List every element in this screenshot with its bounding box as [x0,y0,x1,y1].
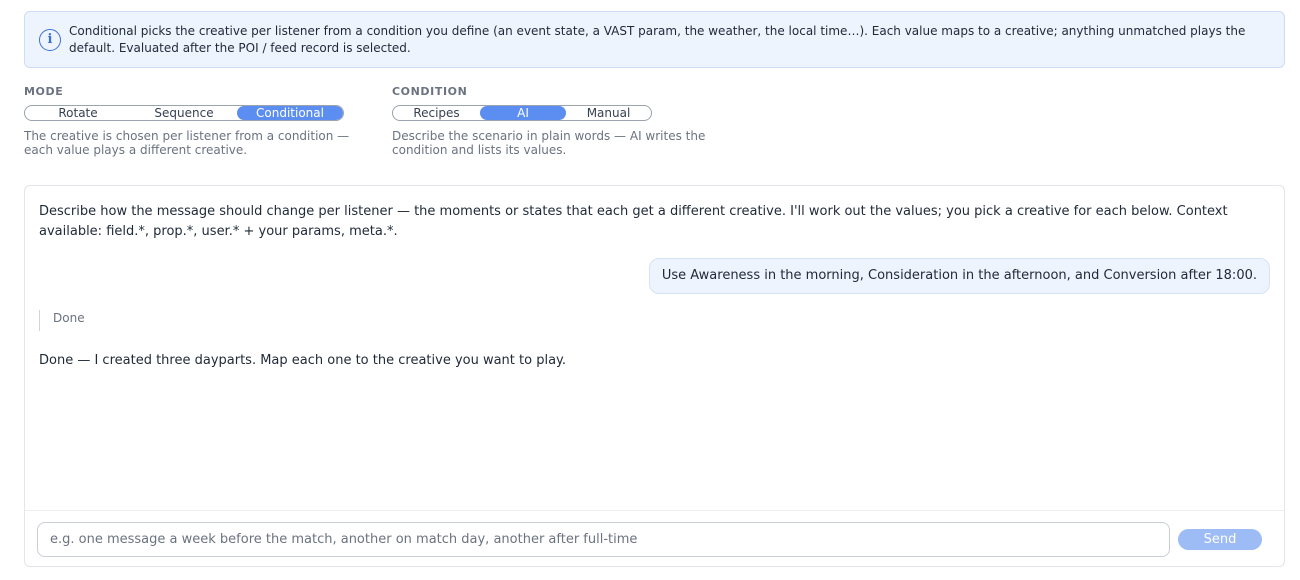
info-banner: i Conditional picks the creative per lis… [24,11,1285,68]
condition-option-ai[interactable]: AI [480,106,566,120]
ai-chat-panel: Describe how the message should change p… [24,185,1285,567]
mode-option-rotate[interactable]: Rotate [25,106,131,120]
condition-option-manual[interactable]: Manual [566,106,651,120]
info-text: Conditional picks the creative per liste… [69,24,1246,55]
assistant-intro-message: Describe how the message should change p… [39,204,1228,239]
mode-description: The creative is chosen per listener from… [24,129,350,157]
assistant-reply-message: Done — I created three dayparts. Map eac… [39,353,567,368]
condition-description: Describe the scenario in plain words — A… [392,129,706,157]
user-message-bubble: Use Awareness in the morning, Considerat… [648,258,1270,294]
send-button[interactable]: Send [1178,529,1262,550]
chat-composer: Send [25,510,1284,566]
assistant-status: Done [39,310,85,331]
condition-label: CONDITION [392,85,468,98]
mode-option-sequence[interactable]: Sequence [131,106,237,120]
prompt-input[interactable] [37,522,1170,557]
condition-segmented-control: Recipes AI Manual [392,105,652,121]
mode-segmented-control: Rotate Sequence Conditional [24,105,344,121]
condition-option-recipes[interactable]: Recipes [393,106,480,120]
mode-option-conditional[interactable]: Conditional [237,106,343,120]
info-icon: i [39,29,61,51]
mode-label: MODE [24,85,64,98]
